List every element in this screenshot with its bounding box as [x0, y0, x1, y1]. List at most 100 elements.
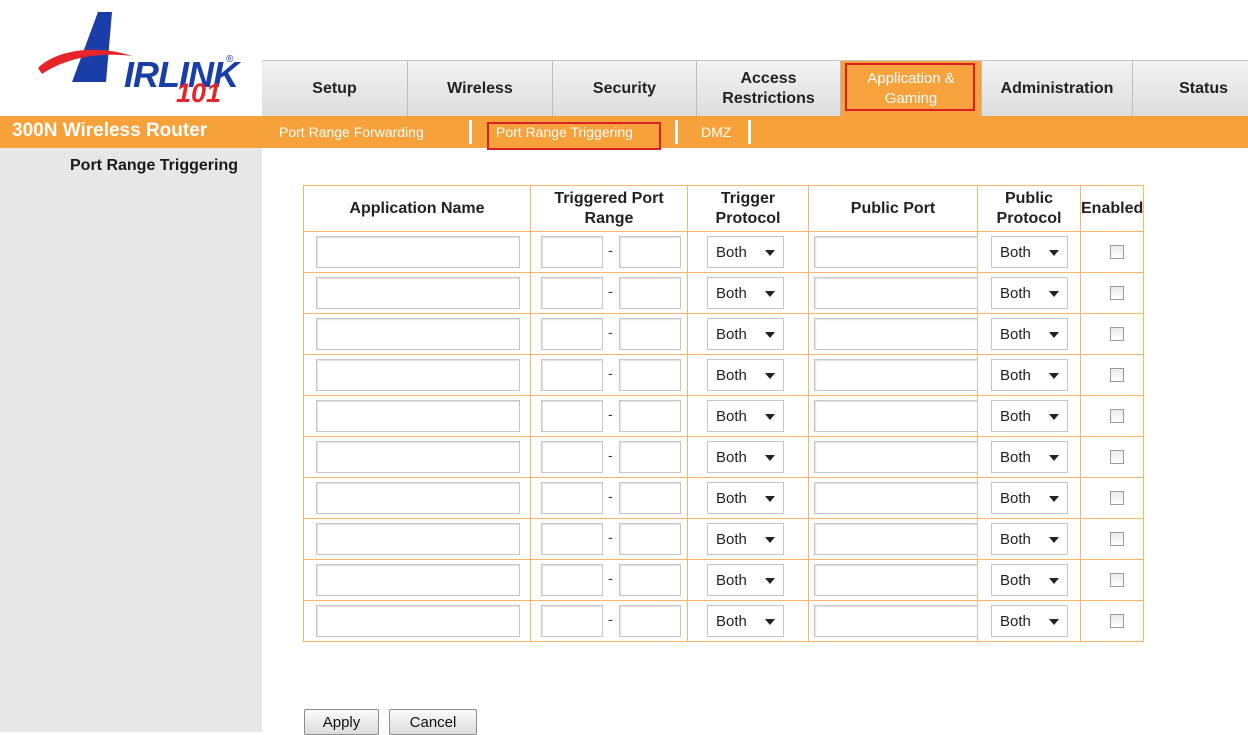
public-port-input[interactable]: [814, 482, 978, 514]
trigger-port-start-input[interactable]: [541, 318, 603, 350]
trigger-port-start-input[interactable]: [541, 400, 603, 432]
public-port-input[interactable]: [814, 400, 978, 432]
trigger-port-start-input[interactable]: [541, 564, 603, 596]
trigger-port-end-input[interactable]: [619, 523, 681, 555]
public-protocol-select[interactable]: Both: [991, 523, 1068, 555]
public-port-input[interactable]: [814, 523, 978, 555]
public-port-input[interactable]: [814, 236, 978, 268]
application-name-input[interactable]: [316, 277, 520, 309]
cell-public-protocol: Both: [977, 272, 1081, 314]
subtab-port-range-forwarding[interactable]: Port Range Forwarding: [279, 124, 424, 140]
trigger-port-start-input[interactable]: [541, 277, 603, 309]
table-row: - Both Both: [303, 231, 1145, 273]
subtab-dmz[interactable]: DMZ: [701, 124, 731, 140]
cell-application-name: [303, 477, 531, 519]
trigger-protocol-select[interactable]: Both: [707, 236, 784, 268]
trigger-port-end-input[interactable]: [619, 564, 681, 596]
selected-value: Both: [716, 530, 747, 548]
public-port-input[interactable]: [814, 277, 978, 309]
application-name-input[interactable]: [316, 564, 520, 596]
trigger-protocol-select[interactable]: Both: [707, 441, 784, 473]
public-protocol-select[interactable]: Both: [991, 318, 1068, 350]
cell-application-name: [303, 600, 531, 642]
tab-wireless[interactable]: Wireless: [408, 61, 553, 117]
trigger-port-end-input[interactable]: [619, 441, 681, 473]
public-port-input[interactable]: [814, 318, 978, 350]
trigger-port-start-input[interactable]: [541, 359, 603, 391]
enabled-checkbox[interactable]: [1110, 614, 1124, 628]
public-protocol-select[interactable]: Both: [991, 564, 1068, 596]
chevron-down-icon: [1049, 373, 1059, 379]
cell-trigger-protocol: Both: [687, 477, 809, 519]
trigger-protocol-select[interactable]: Both: [707, 359, 784, 391]
trigger-port-start-input[interactable]: [541, 605, 603, 637]
enabled-checkbox[interactable]: [1110, 245, 1124, 259]
application-name-input[interactable]: [316, 523, 520, 555]
trigger-protocol-select[interactable]: Both: [707, 277, 784, 309]
application-name-input[interactable]: [316, 400, 520, 432]
cell-enabled: [1079, 559, 1145, 601]
enabled-checkbox[interactable]: [1110, 532, 1124, 546]
enabled-checkbox[interactable]: [1110, 450, 1124, 464]
tab-status[interactable]: Status: [1133, 61, 1248, 117]
public-port-input[interactable]: [814, 564, 978, 596]
application-name-input[interactable]: [316, 236, 520, 268]
public-port-input[interactable]: [814, 359, 978, 391]
enabled-checkbox[interactable]: [1110, 491, 1124, 505]
application-name-input[interactable]: [316, 482, 520, 514]
cell-public-protocol: Both: [977, 477, 1081, 519]
public-port-input[interactable]: [814, 605, 978, 637]
chevron-down-icon: [1049, 619, 1059, 625]
section-title: Port Range Triggering: [70, 157, 239, 174]
trigger-protocol-select[interactable]: Both: [707, 564, 784, 596]
enabled-checkbox[interactable]: [1110, 368, 1124, 382]
trigger-port-start-input[interactable]: [541, 441, 603, 473]
trigger-port-end-input[interactable]: [619, 236, 681, 268]
trigger-port-start-input[interactable]: [541, 482, 603, 514]
trigger-protocol-select[interactable]: Both: [707, 400, 784, 432]
enabled-checkbox[interactable]: [1110, 327, 1124, 341]
selected-value: Both: [1000, 407, 1031, 425]
trigger-port-end-input[interactable]: [619, 400, 681, 432]
cell-enabled: [1079, 313, 1145, 355]
chevron-down-icon: [765, 578, 775, 584]
header-public-protocol: Public Protocol: [977, 185, 1081, 232]
public-protocol-select[interactable]: Both: [991, 277, 1068, 309]
tab-administration[interactable]: Administration: [982, 61, 1133, 117]
trigger-protocol-select[interactable]: Both: [707, 523, 784, 555]
trigger-port-end-input[interactable]: [619, 605, 681, 637]
tab-access-restrictions[interactable]: Access Restrictions: [697, 61, 841, 117]
application-name-input[interactable]: [316, 359, 520, 391]
application-name-input[interactable]: [316, 318, 520, 350]
header-public-port: Public Port: [808, 185, 978, 232]
public-protocol-select[interactable]: Both: [991, 605, 1068, 637]
selected-value: Both: [716, 325, 747, 343]
application-name-input[interactable]: [316, 441, 520, 473]
apply-button[interactable]: Apply: [304, 709, 379, 735]
public-protocol-select[interactable]: Both: [991, 359, 1068, 391]
cell-public-port: [808, 559, 978, 601]
public-protocol-select[interactable]: Both: [991, 441, 1068, 473]
trigger-port-end-input[interactable]: [619, 482, 681, 514]
trigger-port-start-input[interactable]: [541, 236, 603, 268]
tab-application-gaming[interactable]: Application & Gaming: [841, 61, 982, 117]
chevron-down-icon: [1049, 537, 1059, 543]
trigger-port-start-input[interactable]: [541, 523, 603, 555]
trigger-port-end-input[interactable]: [619, 318, 681, 350]
enabled-checkbox[interactable]: [1110, 409, 1124, 423]
enabled-checkbox[interactable]: [1110, 286, 1124, 300]
tab-security[interactable]: Security: [553, 61, 697, 117]
trigger-port-end-input[interactable]: [619, 359, 681, 391]
tab-setup[interactable]: Setup: [262, 61, 408, 117]
public-port-input[interactable]: [814, 441, 978, 473]
trigger-protocol-select[interactable]: Both: [707, 605, 784, 637]
trigger-port-end-input[interactable]: [619, 277, 681, 309]
trigger-protocol-select[interactable]: Both: [707, 318, 784, 350]
public-protocol-select[interactable]: Both: [991, 236, 1068, 268]
application-name-input[interactable]: [316, 605, 520, 637]
public-protocol-select[interactable]: Both: [991, 400, 1068, 432]
public-protocol-select[interactable]: Both: [991, 482, 1068, 514]
cancel-button[interactable]: Cancel: [389, 709, 477, 735]
enabled-checkbox[interactable]: [1110, 573, 1124, 587]
trigger-protocol-select[interactable]: Both: [707, 482, 784, 514]
